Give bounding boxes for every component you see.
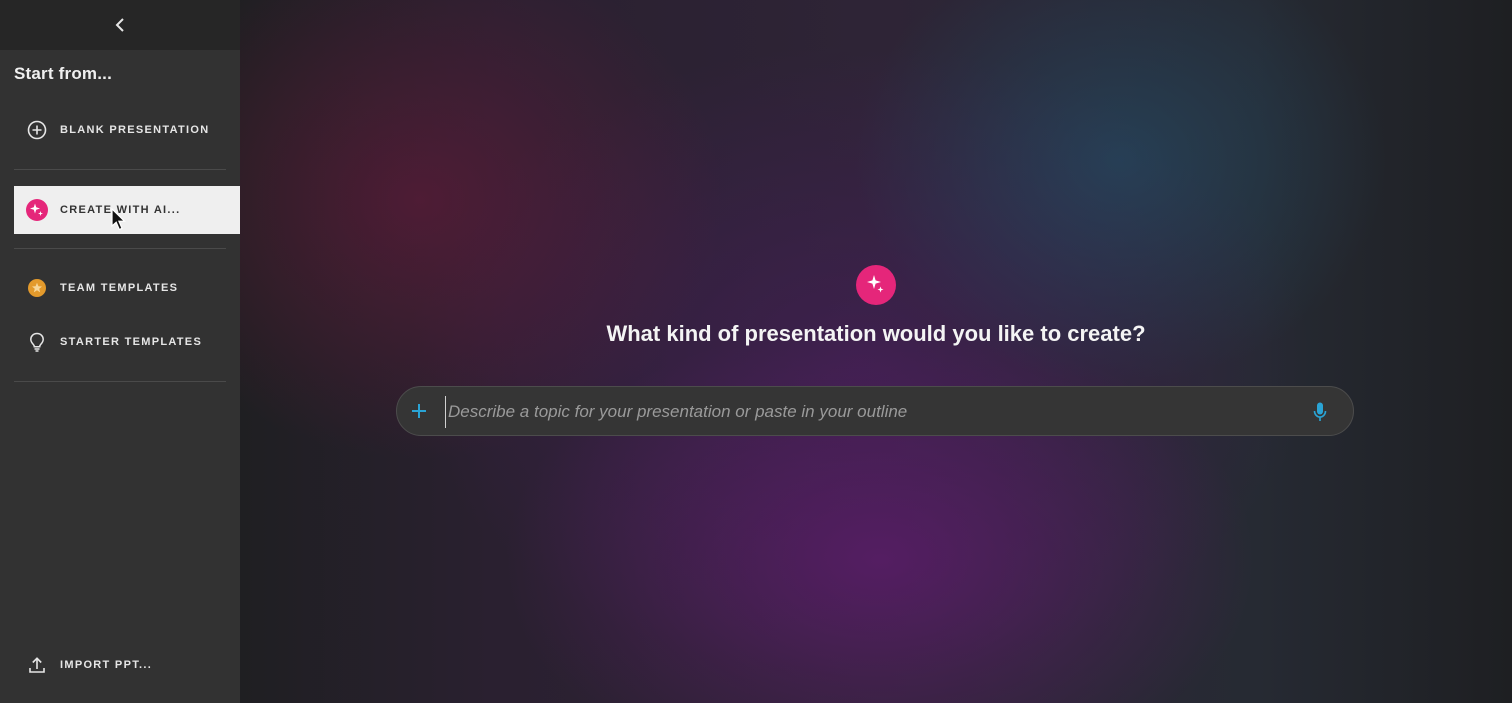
plus-icon	[412, 404, 426, 418]
divider	[14, 248, 226, 249]
add-attachment-button[interactable]	[407, 399, 431, 423]
microphone-icon	[1313, 402, 1327, 421]
sidebar: Start from... BLANK PRESENTATION CREATE …	[0, 0, 240, 703]
ai-sparkle-icon	[856, 265, 896, 305]
team-templates-button[interactable]: TEAM TEMPLATES	[14, 264, 240, 312]
prompt-title: What kind of presentation would you like…	[606, 321, 1146, 346]
sidebar-header	[0, 0, 240, 50]
import-ppt-button[interactable]: IMPORT PPT...	[14, 641, 240, 689]
chevron-left-icon	[115, 18, 124, 32]
voice-input-button[interactable]	[1309, 400, 1331, 424]
blank-presentation-button[interactable]: BLANK PRESENTATION	[14, 106, 240, 154]
blank-presentation-label: BLANK PRESENTATION	[60, 124, 210, 136]
main-canvas: What kind of presentation would you like…	[240, 0, 1512, 703]
create-with-ai-button[interactable]: CREATE WITH AI...	[14, 186, 240, 234]
starter-templates-label: STARTER TEMPLATES	[60, 336, 203, 348]
team-templates-label: TEAM TEMPLATES	[60, 282, 179, 294]
upload-icon	[26, 654, 48, 676]
lightbulb-icon	[26, 331, 48, 353]
starter-templates-button[interactable]: STARTER TEMPLATES	[14, 318, 240, 366]
divider	[14, 381, 226, 382]
create-with-ai-label: CREATE WITH AI...	[60, 204, 181, 216]
prompt-bar	[396, 386, 1354, 436]
topic-input[interactable]	[445, 396, 1290, 428]
start-from-heading: Start from...	[14, 64, 113, 83]
plus-circle-icon	[26, 119, 48, 141]
star-badge-icon	[26, 277, 48, 299]
ai-sparkle-icon	[26, 199, 48, 221]
import-ppt-label: IMPORT PPT...	[60, 659, 153, 671]
collapse-sidebar-button[interactable]	[105, 10, 135, 40]
divider	[14, 169, 226, 170]
